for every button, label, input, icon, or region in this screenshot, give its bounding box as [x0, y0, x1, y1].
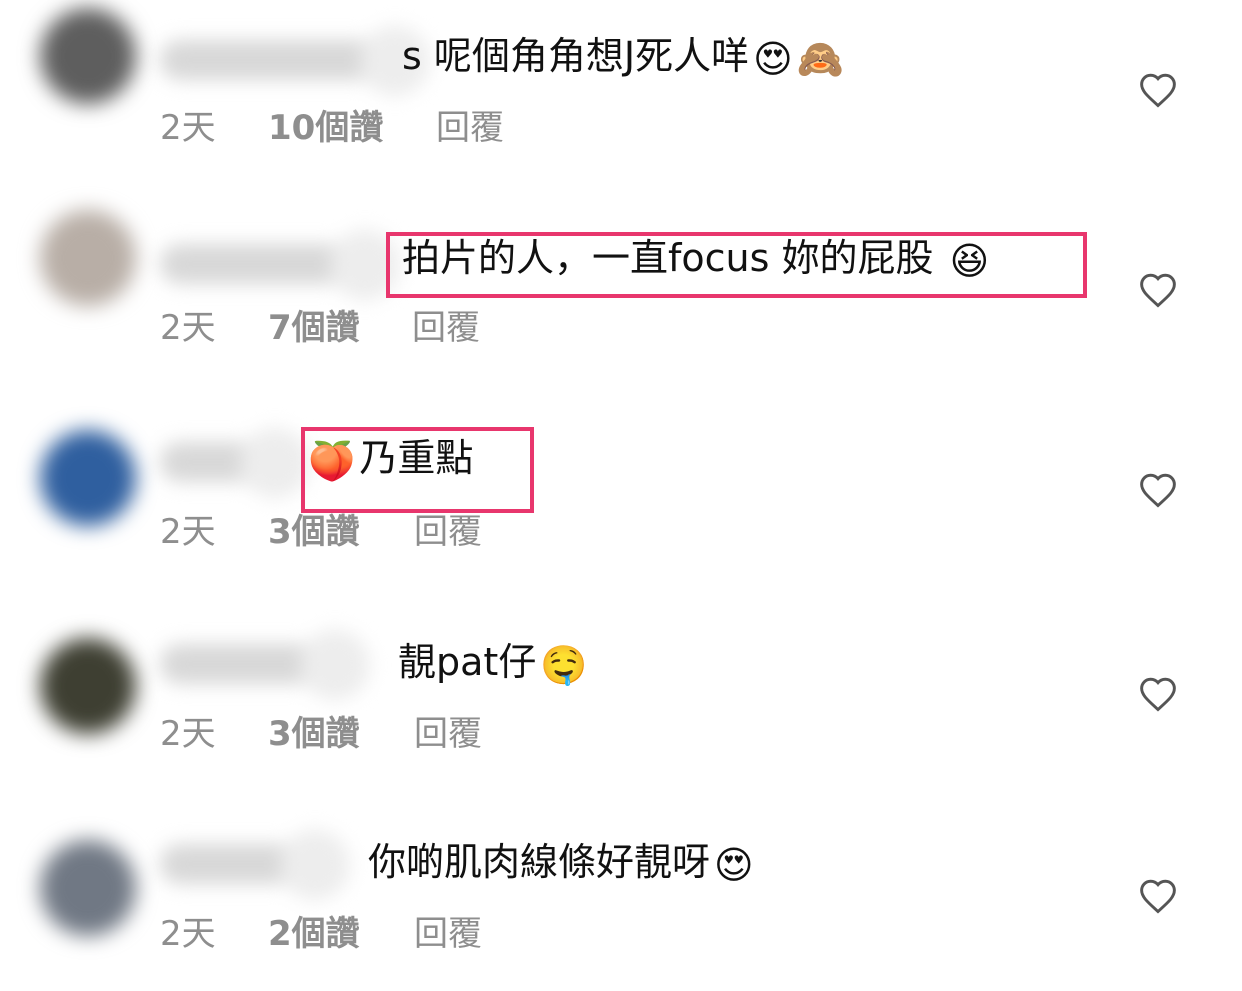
comment-time: 2天	[160, 108, 216, 148]
username-blurred[interactable]	[160, 830, 350, 900]
comment-meta: 2天 10個讚 回覆	[160, 106, 504, 150]
comment-likes[interactable]: 10個讚	[268, 106, 436, 150]
comment-likes[interactable]: 7個讚	[268, 306, 412, 350]
heart-eyes-emoji: 😍	[753, 36, 793, 81]
comment-body: 你啲肌肉線條好靚呀	[368, 840, 711, 884]
heart-icon[interactable]	[1138, 72, 1178, 108]
comment-item: 拍片的人，一直focus 妳的屁股 😆 2天 7個讚 回覆	[0, 200, 1242, 400]
laughing-emoji: 😆	[949, 238, 990, 283]
reply-button[interactable]: 回覆	[412, 306, 480, 350]
comment-body: 靚pat仔	[398, 640, 537, 684]
comment-text: 靚pat仔 🤤	[398, 638, 588, 689]
avatar[interactable]	[40, 638, 136, 734]
comment-list: s 呢個角角想J死人咩 😍 🙈 2天 10個讚 回覆 拍片的人，一直focus 妳的屁股…	[0, 0, 1242, 991]
reply-button[interactable]: 回覆	[414, 712, 482, 756]
username-blurred[interactable]	[160, 230, 400, 300]
avatar[interactable]	[40, 840, 136, 936]
heart-icon[interactable]	[1138, 676, 1178, 712]
comment-text: 拍片的人，一直focus 妳的屁股 😆	[402, 234, 989, 285]
username-blurred[interactable]	[160, 630, 370, 700]
see-no-evil-monkey-emoji: 🙈	[796, 36, 845, 81]
comment-text: 你啲肌肉線條好靚呀 😍	[368, 838, 754, 889]
username-blurred[interactable]	[160, 26, 430, 96]
comment-text: 🍑 乃重點	[308, 434, 473, 485]
comment-body: s 呢個角角想J死人咩	[402, 34, 750, 78]
heart-icon[interactable]	[1138, 272, 1178, 308]
comment-meta: 2天 2個讚 回覆	[160, 912, 482, 956]
heart-icon[interactable]	[1138, 878, 1178, 914]
comment-body: 乃重點	[359, 436, 474, 480]
comment-time: 2天	[160, 914, 216, 954]
comment-time: 2天	[160, 512, 216, 552]
comment-meta: 2天 7個讚 回覆	[160, 306, 480, 350]
avatar[interactable]	[40, 210, 136, 306]
reply-button[interactable]: 回覆	[414, 912, 482, 956]
reply-button[interactable]: 回覆	[414, 510, 482, 554]
comment-time: 2天	[160, 714, 216, 754]
comment-time: 2天	[160, 308, 216, 348]
username-blurred[interactable]	[160, 428, 310, 498]
heart-eyes-emoji: 😍	[714, 842, 754, 887]
comment-likes[interactable]: 3個讚	[268, 712, 414, 756]
comment-item: s 呢個角角想J死人咩 😍 🙈 2天 10個讚 回覆	[0, 0, 1242, 200]
comment-body: 拍片的人，一直focus 妳的屁股	[402, 236, 934, 280]
reply-button[interactable]: 回覆	[436, 106, 504, 150]
comment-likes[interactable]: 3個讚	[268, 510, 414, 554]
heart-icon[interactable]	[1138, 472, 1178, 508]
comment-item: 🍑 乃重點 2天 3個讚 回覆	[0, 400, 1242, 600]
drooling-emoji: 🤤	[540, 642, 588, 687]
comment-item: 靚pat仔 🤤 2天 3個讚 回覆	[0, 600, 1242, 800]
avatar[interactable]	[40, 8, 136, 104]
comment-item: 你啲肌肉線條好靚呀 😍 2天 2個讚 回覆	[0, 800, 1242, 991]
avatar[interactable]	[40, 430, 136, 526]
comment-likes[interactable]: 2個讚	[268, 912, 414, 956]
comment-meta: 2天 3個讚 回覆	[160, 510, 482, 554]
comment-meta: 2天 3個讚 回覆	[160, 712, 482, 756]
comment-text: s 呢個角角想J死人咩 😍 🙈	[402, 32, 844, 83]
peach-emoji: 🍑	[308, 438, 356, 483]
